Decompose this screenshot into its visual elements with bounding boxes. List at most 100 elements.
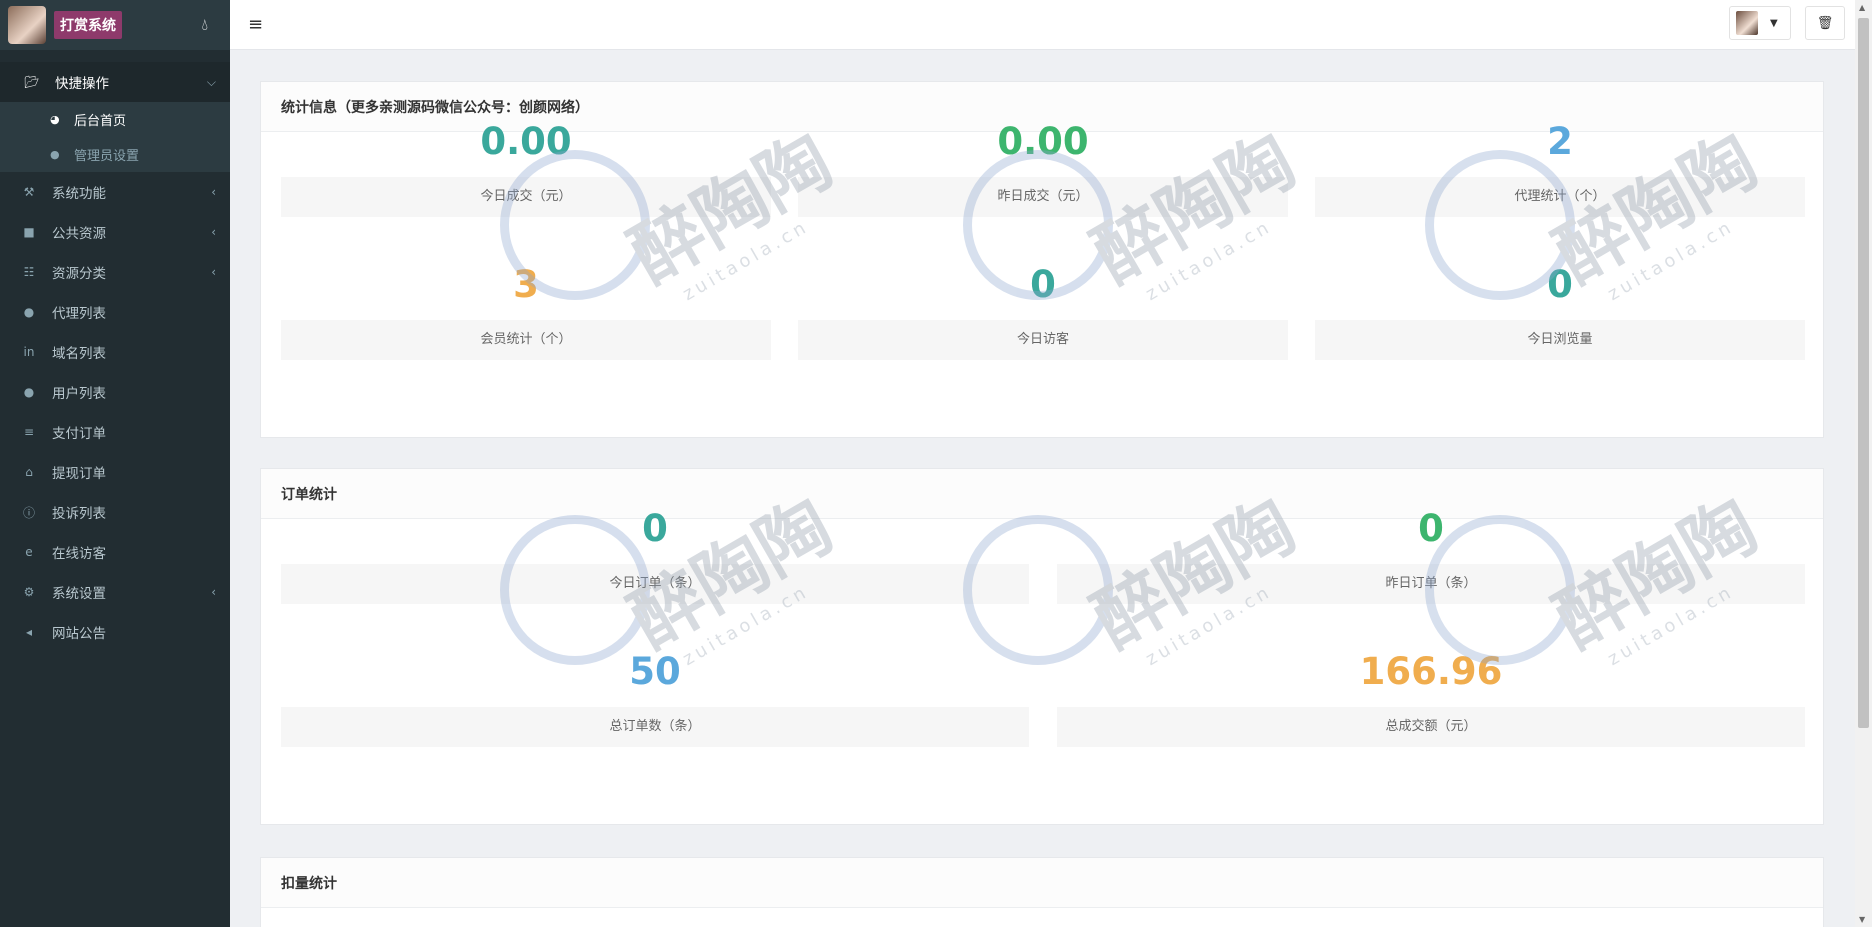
sidebar: 打赏系统 💧︎ 📂︎ 快捷操作 ⌵ ◕ 后台首页 ● 管理员设置 ⚒ 系统功能 … xyxy=(0,0,230,927)
chevron-left-icon: ‹ xyxy=(211,585,216,599)
top-header: ≡ ▼ 🗑︎ xyxy=(230,0,1855,50)
scroll-down-icon[interactable]: ▼ xyxy=(1859,915,1865,924)
sidebar-item-label: 代理列表 xyxy=(52,306,106,322)
sidebar-item-resource-categories[interactable]: ☷ 资源分类 ‹ xyxy=(0,252,230,292)
sidebar-submenu: ◕ 后台首页 ● 管理员设置 xyxy=(0,102,230,172)
sidebar-item-label: 域名列表 xyxy=(52,346,106,362)
stat-label: 昨日订单（条） xyxy=(1057,564,1805,604)
sidebar-item-system-functions[interactable]: ⚒ 系统功能 ‹ xyxy=(0,172,230,212)
user-menu-button[interactable]: ▼ xyxy=(1729,6,1791,40)
user-avatar xyxy=(1736,11,1758,35)
stat-label: 昨日成交（元） xyxy=(798,177,1288,217)
sidebar-item-announcements[interactable]: ◂ 网站公告 xyxy=(0,612,230,652)
stat-value: 0 xyxy=(1547,263,1573,306)
sidebar-item-label: 在线访客 xyxy=(52,546,106,562)
stat-label: 总成交额（元） xyxy=(1057,707,1805,747)
drop-icon[interactable]: 💧︎ xyxy=(202,15,208,35)
stat-members: 3 会员统计（个） xyxy=(281,260,771,360)
stat-today-orders: 0 今日订单（条） xyxy=(281,504,1029,604)
stat-label: 会员统计（个） xyxy=(281,320,771,360)
list-icon: ≡ xyxy=(23,425,35,439)
sidebar-item-domains[interactable]: in 域名列表 xyxy=(0,332,230,372)
deduct-panel: 扣量统计 xyxy=(260,857,1824,927)
brand-bar: 打赏系统 💧︎ xyxy=(0,0,230,50)
sidebar-item-online-visitors[interactable]: e 在线访客 xyxy=(0,532,230,572)
user-icon: ● xyxy=(23,385,35,399)
stat-value: 2 xyxy=(1547,120,1573,163)
sidebar-item-label: 网站公告 xyxy=(52,626,106,642)
sidebar-item-quick-actions[interactable]: 📂︎ 快捷操作 ⌵ xyxy=(0,62,230,102)
folder-open-icon: 📂︎ xyxy=(24,75,40,89)
sidebar-subitem-dashboard[interactable]: ◕ 后台首页 xyxy=(0,102,230,137)
stat-label: 代理统计（个） xyxy=(1315,177,1805,217)
stat-label: 今日访客 xyxy=(798,320,1288,360)
stat-value: 3 xyxy=(513,263,539,306)
stat-label: 今日浏览量 xyxy=(1315,320,1805,360)
sidebar-menu: 📂︎ 快捷操作 ⌵ ◕ 后台首页 ● 管理员设置 ⚒ 系统功能 ‹ ■ 公共资源… xyxy=(0,62,230,652)
clear-cache-button[interactable]: 🗑︎ xyxy=(1805,6,1845,40)
deduct-panel-title: 扣量统计 xyxy=(261,858,1823,908)
sidebar-item-complaints[interactable]: ⓘ 投诉列表 xyxy=(0,492,230,532)
exclamation-icon: ⓘ xyxy=(22,505,35,520)
stats-panel: 统计信息（更多亲测源码微信公众号：创颜网络） 0.00 今日成交（元） 0.00… xyxy=(260,81,1824,438)
brand-avatar xyxy=(8,6,46,44)
th-large-icon: ☷ xyxy=(23,265,35,279)
stat-value: 0 xyxy=(1030,263,1056,306)
stat-value: 166.96 xyxy=(1359,650,1503,693)
users-icon: ● xyxy=(23,305,35,319)
stat-total-orders: 50 总订单数（条） xyxy=(281,647,1029,747)
sidebar-item-label: 提现订单 xyxy=(52,466,106,482)
chevron-down-icon: ⌵ xyxy=(206,74,216,89)
sidebar-item-agents[interactable]: ● 代理列表 xyxy=(0,292,230,332)
sidebar-item-label: 公共资源 xyxy=(52,226,106,242)
stat-label: 总订单数（条） xyxy=(281,707,1029,747)
user-icon: ● xyxy=(50,148,60,161)
sidebar-item-label: 资源分类 xyxy=(52,266,106,282)
stat-agents: 2 代理统计（个） xyxy=(1315,117,1805,217)
stat-today-visitors: 0 今日访客 xyxy=(798,260,1288,360)
video-icon: ■ xyxy=(23,225,35,239)
ie-icon: e xyxy=(25,545,33,559)
brand-title[interactable]: 打赏系统 xyxy=(54,11,122,39)
chevron-left-icon: ‹ xyxy=(211,265,216,279)
chevron-left-icon: ‹ xyxy=(211,225,216,239)
caret-down-icon: ▼ xyxy=(1770,17,1778,29)
sidebar-item-label: 系统设置 xyxy=(52,586,106,602)
stat-value: 0 xyxy=(1418,507,1444,550)
stat-value: 0.00 xyxy=(480,120,572,163)
scrollbar-thumb[interactable] xyxy=(1858,18,1869,728)
gear-icon: ⚙ xyxy=(23,585,35,599)
sidebar-item-withdraw-orders[interactable]: ⌂ 提现订单 xyxy=(0,452,230,492)
orders-panel: 订单统计 0 今日订单（条） 0 昨日订单（条） 50 总订单数（条） 166.… xyxy=(260,468,1824,825)
bank-icon: ⌂ xyxy=(25,465,33,479)
page-scrollbar[interactable]: ▲ ▼ xyxy=(1855,0,1872,927)
sidebar-item-public-resources[interactable]: ■ 公共资源 ‹ xyxy=(0,212,230,252)
stat-yesterday-orders: 0 昨日订单（条） xyxy=(1057,504,1805,604)
wrench-icon: ⚒ xyxy=(23,185,35,199)
sidebar-subitem-admin-settings[interactable]: ● 管理员设置 xyxy=(0,137,230,172)
linkedin-icon: in xyxy=(23,345,35,359)
stat-yesterday-revenue: 0.00 昨日成交（元） xyxy=(798,117,1288,217)
chevron-left-icon: ‹ xyxy=(211,185,216,199)
stat-value: 50 xyxy=(629,650,681,693)
stat-value: 0.00 xyxy=(997,120,1089,163)
sidebar-item-label: 快捷操作 xyxy=(55,76,109,92)
stat-label: 今日成交（元） xyxy=(281,177,771,217)
hamburger-icon[interactable]: ≡ xyxy=(248,14,263,35)
main-content: 统计信息（更多亲测源码微信公众号：创颜网络） 0.00 今日成交（元） 0.00… xyxy=(230,51,1855,927)
scroll-up-icon[interactable]: ▲ xyxy=(1859,3,1865,12)
stat-today-pageviews: 0 今日浏览量 xyxy=(1315,260,1805,360)
sidebar-item-system-settings[interactable]: ⚙ 系统设置 ‹ xyxy=(0,572,230,612)
sidebar-item-users[interactable]: ● 用户列表 xyxy=(0,372,230,412)
sidebar-item-label: 投诉列表 xyxy=(52,506,106,522)
stat-value: 0 xyxy=(642,507,668,550)
sidebar-item-label: 系统功能 xyxy=(52,186,106,202)
sidebar-subitem-label: 管理员设置 xyxy=(74,149,140,164)
sidebar-item-payment-orders[interactable]: ≡ 支付订单 xyxy=(0,412,230,452)
dashboard-icon: ◕ xyxy=(50,113,60,126)
stat-label: 今日订单（条） xyxy=(281,564,1029,604)
trash-icon: 🗑︎ xyxy=(1816,15,1834,31)
stat-total-revenue: 166.96 总成交额（元） xyxy=(1057,647,1805,747)
sidebar-item-label: 用户列表 xyxy=(52,386,106,402)
bullhorn-icon: ◂ xyxy=(25,625,33,639)
